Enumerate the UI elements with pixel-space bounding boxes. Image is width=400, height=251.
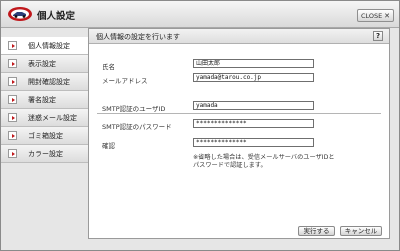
smtp-note-line: ※省略した場合は、受信メールサーバのユーザIDと (193, 154, 335, 161)
help-button[interactable]: ? (373, 31, 383, 41)
panel-title: 個人情報の設定を行います (96, 33, 180, 41)
close-button-label: CLOSE (361, 12, 383, 20)
email-label: メールアドレス (102, 77, 148, 85)
email-input[interactable]: yamada@tarou.co.jp (193, 73, 314, 82)
smtp-user-input[interactable]: yamada (193, 101, 314, 110)
sidebar-item-label: カラー設定 (28, 150, 63, 158)
smtp-password-input[interactable]: ************** (193, 119, 314, 128)
sidebar-item-label: 迷惑メール設定 (28, 114, 77, 122)
sidebar-item-label: 開封確認設定 (28, 78, 70, 86)
smtp-note: ※省略した場合は、受信メールサーバのユーザIDと パスワードで認証します。 (193, 154, 335, 170)
name-label: 氏名 (102, 63, 115, 71)
window-title: 個人設定 (37, 11, 76, 22)
sidebar-item-color[interactable]: カラー設定 (1, 145, 88, 163)
title-bar: 個人設定 CLOSE ✕ (1, 1, 399, 28)
execute-button[interactable]: 実行する (298, 226, 335, 236)
sidebar-item-read-receipt[interactable]: 開封確認設定 (1, 73, 88, 91)
close-button[interactable]: CLOSE ✕ (357, 9, 394, 22)
sidebar-item-signature[interactable]: 署名設定 (1, 91, 88, 109)
confirm-password-label: 確認 (102, 142, 115, 150)
settings-panel: 個人情報の設定を行います ? 氏名 山田太郎 メールアドレス yamada@ta… (88, 28, 390, 239)
arrow-right-icon (8, 113, 17, 122)
name-input[interactable]: 山田太郎 (193, 59, 314, 68)
sidebar-item-label: 個人情報設定 (28, 42, 70, 50)
smtp-user-label: SMTP認証のユーザID (102, 105, 166, 113)
arrow-right-icon (8, 131, 17, 140)
sidebar-item-trash[interactable]: ゴミ箱設定 (1, 127, 88, 145)
settings-window: 個人設定 CLOSE ✕ 個人情報設定 表示設定 開封確認設定 署名設定 迷惑メ… (0, 0, 400, 251)
sidebar-item-label: 表示設定 (28, 60, 56, 68)
sidebar-item-label: 署名設定 (28, 96, 56, 104)
sidebar-item-personal-info[interactable]: 個人情報設定 (1, 37, 93, 55)
panel-header: 個人情報の設定を行います ? (89, 29, 389, 44)
arrow-right-icon (8, 77, 17, 86)
sidebar-item-label: ゴミ箱設定 (28, 132, 63, 140)
arrow-right-icon (8, 41, 17, 50)
arrow-right-icon (8, 95, 17, 104)
confirm-password-input[interactable]: ************** (193, 138, 314, 147)
arrow-right-icon (8, 59, 17, 68)
sidebar-item-spam[interactable]: 迷惑メール設定 (1, 109, 88, 127)
sidebar-item-display[interactable]: 表示設定 (1, 55, 88, 73)
cancel-button[interactable]: キャンセル (340, 226, 382, 236)
section-divider (97, 113, 381, 114)
app-logo-icon (8, 7, 32, 21)
sidebar: 個人情報設定 表示設定 開封確認設定 署名設定 迷惑メール設定 ゴミ箱設定 カラ… (1, 37, 93, 163)
arrow-right-icon (8, 149, 17, 158)
smtp-note-line: パスワードで認証します。 (193, 162, 267, 169)
close-icon: ✕ (384, 12, 390, 20)
smtp-password-label: SMTP認証のパスワード (102, 123, 172, 131)
